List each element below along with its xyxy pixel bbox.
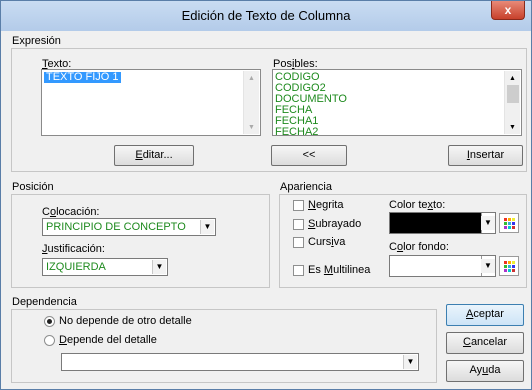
window-title: Edición de Texto de Columna bbox=[181, 8, 351, 23]
close-button[interactable]: x bbox=[491, 1, 525, 20]
detalle-select[interactable]: ▼ bbox=[61, 353, 419, 371]
justificacion-value: IZQUIERDA bbox=[46, 261, 106, 273]
aceptar-button[interactable]: Aceptar bbox=[446, 304, 524, 326]
negrita-checkbox[interactable] bbox=[293, 200, 304, 211]
multilinea-label: Es Multilinea bbox=[308, 264, 371, 276]
scroll-up-icon[interactable]: ▲ bbox=[509, 75, 516, 82]
scroll-up-icon[interactable]: ▲ bbox=[248, 75, 255, 82]
negrita-label: Negrita bbox=[308, 199, 344, 211]
color-texto-palette-icon[interactable] bbox=[499, 213, 519, 233]
scroll-thumb[interactable] bbox=[507, 85, 519, 103]
color-fondo-palette-icon[interactable] bbox=[499, 256, 519, 276]
depende-radio[interactable] bbox=[44, 335, 55, 346]
colocacion-value: PRINCIPIO DE CONCEPTO bbox=[46, 221, 186, 233]
color-texto-select[interactable]: ▼ bbox=[389, 212, 496, 234]
subrayado-label: Subrayado bbox=[308, 218, 362, 230]
dependencia-group-label: Dependencia bbox=[12, 296, 77, 308]
chevron-down-icon[interactable]: ▼ bbox=[200, 220, 214, 234]
color-fondo-label: Color fondo: bbox=[389, 241, 449, 253]
depende-label: Depende del detalle bbox=[59, 334, 157, 346]
list-item[interactable]: FECHA2 bbox=[275, 127, 347, 136]
cursiva-checkbox[interactable] bbox=[293, 237, 304, 248]
justificacion-select[interactable]: IZQUIERDA ▼ bbox=[42, 258, 168, 276]
title-bar: Edición de Texto de Columna x bbox=[1, 1, 531, 31]
chevron-down-icon[interactable]: ▼ bbox=[481, 216, 495, 230]
cancelar-button[interactable]: Cancelar bbox=[446, 332, 524, 354]
expresion-group-label: Expresión bbox=[12, 35, 61, 47]
move-left-button[interactable]: << bbox=[271, 145, 347, 166]
chevron-down-icon[interactable]: ▼ bbox=[481, 259, 495, 273]
posibles-scrollbar[interactable]: ▲ ▼ bbox=[504, 71, 520, 134]
color-texto-label: Color texto: bbox=[389, 199, 446, 211]
editar-button[interactable]: Editar... bbox=[114, 145, 194, 166]
insertar-button[interactable]: Insertar bbox=[448, 145, 523, 166]
posicion-group-label: Posición bbox=[12, 181, 54, 193]
texto-textarea[interactable]: TEXTO FIJO 1 ▲ ▼ bbox=[41, 69, 261, 136]
dialog-window: Edición de Texto de Columna x Expresión … bbox=[0, 0, 532, 390]
texto-value: TEXTO FIJO 1 bbox=[44, 71, 121, 83]
posibles-listbox[interactable]: CODIGO CODIGO2 DOCUMENTO FECHA FECHA1 FE… bbox=[272, 69, 522, 136]
cursiva-label: Cursiva bbox=[308, 236, 346, 248]
colocacion-select[interactable]: PRINCIPIO DE CONCEPTO ▼ bbox=[42, 218, 216, 236]
apariencia-group-label: Apariencia bbox=[280, 181, 332, 193]
color-fondo-select[interactable]: ▼ bbox=[389, 255, 496, 277]
subrayado-checkbox[interactable] bbox=[293, 219, 304, 230]
colocacion-label: Colocación: bbox=[42, 206, 100, 218]
ayuda-button[interactable]: Ayuda bbox=[446, 360, 524, 382]
no-depende-label: No depende de otro detalle bbox=[59, 315, 192, 327]
justificacion-label: Justificación: bbox=[42, 243, 105, 255]
texto-scrollbar[interactable]: ▲ ▼ bbox=[243, 71, 259, 134]
no-depende-radio[interactable] bbox=[44, 316, 55, 327]
chevron-down-icon[interactable]: ▼ bbox=[152, 260, 166, 274]
multilinea-checkbox[interactable] bbox=[293, 265, 304, 276]
chevron-down-icon[interactable]: ▼ bbox=[403, 355, 417, 369]
scroll-down-icon[interactable]: ▼ bbox=[248, 124, 255, 131]
scroll-down-icon[interactable]: ▼ bbox=[509, 124, 516, 131]
